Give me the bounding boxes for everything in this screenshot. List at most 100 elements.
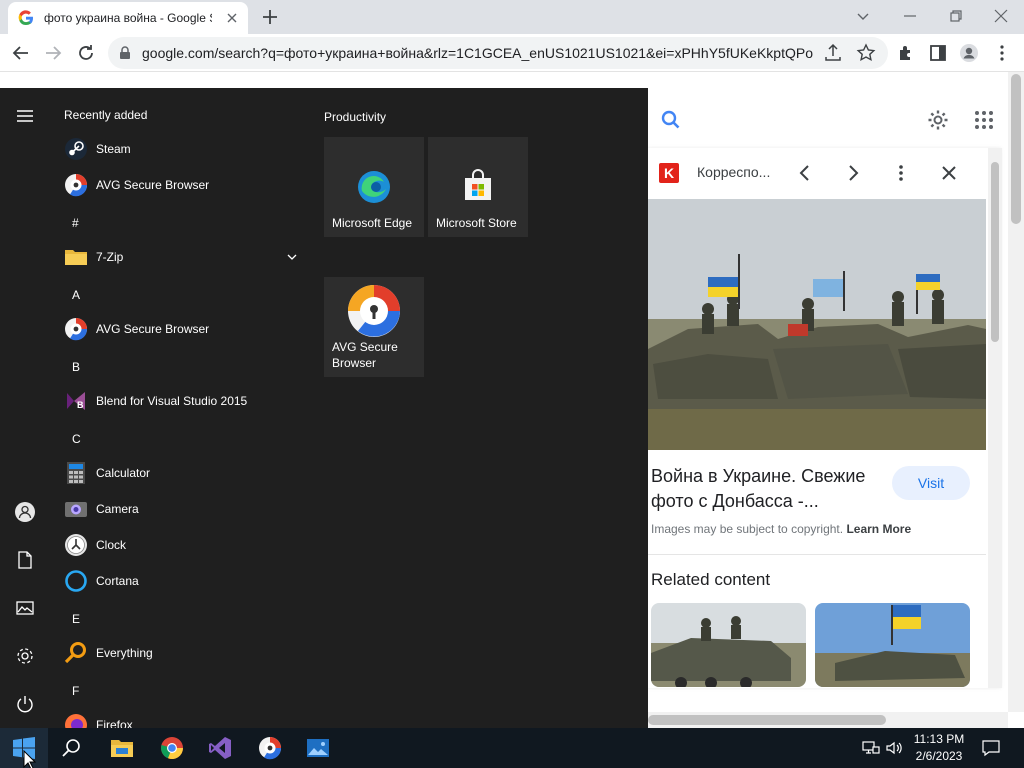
clock-date: 2/6/2023	[915, 749, 963, 763]
app-calculator[interactable]: Calculator	[56, 455, 306, 491]
previous-chevron-icon[interactable]	[795, 163, 815, 183]
letter-header-hash[interactable]: #	[72, 216, 79, 230]
everything-search-icon	[64, 642, 86, 664]
app-label: Firefox	[96, 718, 133, 728]
tile-microsoft-store[interactable]: Microsoft Store	[428, 137, 528, 237]
avg-browser-icon	[65, 174, 88, 197]
page-horizontal-scrollbar-thumb[interactable]	[648, 715, 886, 725]
svg-text:B: B	[77, 400, 84, 410]
taskbar-chrome[interactable]	[148, 728, 196, 768]
app-label: Camera	[96, 502, 139, 516]
app-label: 7-Zip	[96, 250, 124, 264]
page-horizontal-scrollbar[interactable]	[648, 712, 1008, 728]
reload-icon[interactable]	[75, 42, 97, 64]
letter-header-c[interactable]: C	[72, 432, 81, 446]
app-firefox[interactable]: Firefox	[56, 707, 306, 728]
app-avg-secure-browser[interactable]: AVG Secure Browser	[56, 167, 306, 203]
taskbar-search-button[interactable]	[48, 728, 96, 768]
new-tab-icon[interactable]	[260, 7, 280, 27]
extensions-puzzle-icon[interactable]	[895, 42, 917, 64]
taskbar-photos[interactable]	[294, 728, 342, 768]
tab-strip: фото украина война - Google S	[0, 0, 1024, 34]
related-image-1[interactable]	[651, 603, 806, 687]
result-title[interactable]: Война в Украине. Свежие фото с Донбасса …	[651, 464, 887, 514]
tile-label: AVG Secure Browser	[332, 340, 398, 370]
taskbar-avg-browser[interactable]	[246, 728, 294, 768]
tab-title: фото украина война - Google S	[44, 11, 212, 25]
source-name[interactable]: Корреспо...	[697, 164, 770, 180]
app-cortana[interactable]: Cortana	[56, 563, 306, 599]
app-7zip-folder[interactable]: 7-Zip	[56, 239, 306, 275]
hamburger-menu-icon[interactable]	[14, 105, 36, 127]
panel-scrollbar[interactable]	[988, 148, 1002, 688]
settings-gear-icon[interactable]	[926, 108, 950, 132]
tile-avg-secure-browser[interactable]: AVG Secure Browser	[324, 277, 424, 377]
more-options-icon[interactable]	[891, 163, 911, 183]
menu-kebab-icon[interactable]	[991, 42, 1013, 64]
lock-icon[interactable]	[118, 46, 132, 60]
source-logo[interactable]: K	[659, 163, 679, 183]
minimize-icon[interactable]	[898, 4, 922, 28]
main-preview-image[interactable]	[648, 199, 986, 450]
back-arrow-icon[interactable]	[10, 42, 32, 64]
taskbar-clock[interactable]: 11:13 PM 2/6/2023	[908, 731, 970, 765]
next-chevron-icon[interactable]	[843, 163, 863, 183]
productivity-group-title[interactable]: Productivity	[324, 110, 386, 124]
search-icon	[62, 739, 80, 757]
google-apps-grid-icon[interactable]	[972, 108, 996, 132]
clock-time: 11:13 PM	[913, 732, 965, 746]
file-explorer-icon	[111, 740, 133, 757]
forward-arrow-icon[interactable]	[42, 42, 64, 64]
volume-icon[interactable]	[884, 738, 904, 758]
letter-header-f[interactable]: F	[72, 684, 79, 698]
photos-icon	[307, 739, 329, 757]
taskbar-file-explorer[interactable]	[98, 728, 146, 768]
app-clock[interactable]: Clock	[56, 527, 306, 563]
app-label: AVG Secure Browser	[96, 178, 210, 192]
app-avg-secure-browser-a[interactable]: AVG Secure Browser	[56, 311, 306, 347]
app-blend-visual-studio[interactable]: B Blend for Visual Studio 2015	[56, 383, 306, 419]
documents-icon[interactable]	[14, 549, 36, 571]
url-text[interactable]: google.com/search?q=фото+украина+война&r…	[142, 45, 814, 61]
tile-microsoft-edge[interactable]: Microsoft Edge	[324, 137, 424, 237]
learn-more-link[interactable]: Learn More	[846, 522, 911, 536]
chrome-icon	[161, 737, 184, 760]
visit-button[interactable]: Visit	[892, 466, 970, 500]
panel-scrollbar-thumb[interactable]	[991, 162, 999, 342]
side-panel-icon[interactable]	[927, 42, 949, 64]
related-image-2[interactable]	[815, 603, 970, 687]
page-vertical-scrollbar-thumb[interactable]	[1011, 74, 1021, 224]
close-panel-icon[interactable]	[939, 163, 959, 183]
browser-tab[interactable]: фото украина война - Google S	[8, 2, 248, 34]
tab-search-chevron-icon[interactable]	[851, 4, 875, 28]
app-camera[interactable]: Camera	[56, 491, 306, 527]
share-icon[interactable]	[822, 42, 844, 64]
tile-label: Microsoft Store	[436, 216, 517, 230]
letter-header-b[interactable]: B	[72, 360, 80, 374]
notifications-icon[interactable]	[981, 738, 1001, 758]
cortana-icon	[65, 570, 87, 592]
profile-avatar-icon[interactable]	[958, 42, 980, 64]
close-window-icon[interactable]	[989, 4, 1013, 28]
page-vertical-scrollbar[interactable]	[1008, 72, 1024, 712]
app-everything[interactable]: Everything	[56, 635, 306, 671]
close-tab-icon[interactable]	[224, 10, 240, 26]
address-bar[interactable]: google.com/search?q=фото+украина+война&r…	[108, 37, 888, 69]
pictures-icon[interactable]	[14, 597, 36, 619]
user-account-icon[interactable]	[14, 501, 36, 523]
taskbar-visual-studio[interactable]	[196, 728, 244, 768]
letter-header-e[interactable]: E	[72, 612, 80, 626]
letter-header-a[interactable]: A	[72, 288, 80, 302]
app-label: Everything	[96, 646, 153, 660]
start-left-rail	[0, 88, 48, 728]
network-icon[interactable]	[861, 738, 881, 758]
app-steam[interactable]: Steam	[56, 131, 306, 167]
search-icon[interactable]	[659, 108, 683, 132]
settings-gear-icon[interactable]	[14, 645, 36, 667]
chevron-down-icon[interactable]	[286, 251, 298, 263]
bookmark-star-icon[interactable]	[855, 42, 877, 64]
app-label: Steam	[96, 142, 131, 156]
restore-icon[interactable]	[944, 4, 968, 28]
panel-divider	[648, 554, 986, 555]
power-icon[interactable]	[14, 693, 36, 715]
